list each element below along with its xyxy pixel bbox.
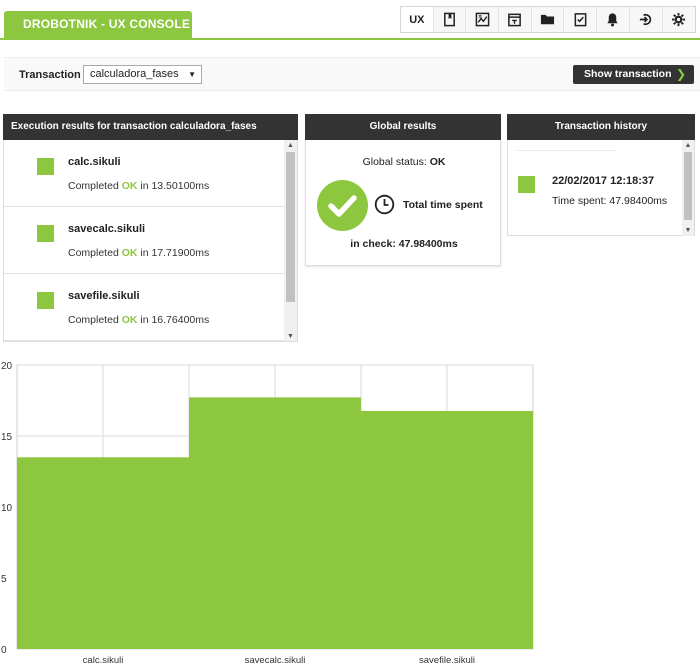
scroll-thumb[interactable] bbox=[286, 152, 295, 302]
execution-results-list[interactable]: calc.sikuli Completed OK in 13.50100ms s… bbox=[3, 140, 298, 342]
transaction-history-panel: Transaction history 22/02/2017 12:18:37 … bbox=[507, 114, 695, 236]
chart-button[interactable] bbox=[466, 7, 500, 32]
script-name: savefile.sikuli bbox=[68, 290, 140, 302]
bar bbox=[189, 397, 361, 649]
checklist-icon bbox=[574, 13, 587, 27]
history-scrollbar[interactable]: ▲ ▼ bbox=[682, 140, 694, 236]
global-results-title: Global results bbox=[305, 114, 501, 140]
bell-icon bbox=[607, 13, 619, 27]
show-transaction-label: Show transaction bbox=[584, 68, 672, 80]
y-tick-label: 20 bbox=[1, 361, 13, 372]
transaction-history-title: Transaction history bbox=[507, 114, 695, 140]
execution-scrollbar[interactable]: ▲ ▼ bbox=[284, 140, 297, 341]
chart-icon bbox=[475, 12, 490, 27]
top-bar: DROBOTNIK - UX CONSOLE UX bbox=[0, 0, 700, 40]
scroll-up-icon[interactable]: ▲ bbox=[284, 142, 297, 149]
bookmark-icon bbox=[444, 12, 455, 27]
chevron-down-icon: ▼ bbox=[188, 70, 196, 79]
status-square-icon bbox=[37, 292, 54, 309]
app-title-tab[interactable]: DROBOTNIK - UX CONSOLE bbox=[4, 11, 192, 38]
transaction-history-list[interactable]: 22/02/2017 12:18:37 Time spent: 47.98400… bbox=[507, 140, 695, 236]
notifications-button[interactable] bbox=[597, 7, 630, 32]
status-square-icon bbox=[518, 176, 535, 193]
calendar-button[interactable] bbox=[499, 7, 532, 32]
toolbar: UX bbox=[400, 6, 697, 33]
settings-button[interactable] bbox=[663, 7, 696, 32]
ux-button[interactable]: UX bbox=[401, 7, 434, 32]
gear-icon bbox=[672, 12, 686, 27]
list-item: savecalc.sikuli Completed OK in 17.71900… bbox=[4, 207, 286, 274]
script-name: calc.sikuli bbox=[68, 156, 121, 168]
scroll-down-icon[interactable]: ▼ bbox=[284, 333, 297, 340]
scroll-down-icon[interactable]: ▼ bbox=[682, 227, 694, 234]
transaction-bar: Transaction calculadora_fases ▼ Show tra… bbox=[4, 57, 700, 91]
scroll-up-icon[interactable]: ▲ bbox=[682, 142, 694, 149]
calendar-icon bbox=[508, 13, 522, 27]
total-time-label: Total time spent bbox=[403, 199, 483, 211]
status-square-icon bbox=[37, 158, 54, 175]
in-check-time: in check: 47.98400ms bbox=[350, 238, 458, 250]
list-item: savefile.sikuli Completed OK in 16.76400… bbox=[4, 274, 286, 341]
x-tick-label: calc.sikuli bbox=[83, 655, 124, 666]
ux-label: UX bbox=[409, 13, 425, 26]
global-results-panel: Global results Global status: OK Total t… bbox=[305, 114, 501, 266]
bar bbox=[17, 457, 189, 649]
y-tick-label: 10 bbox=[1, 503, 13, 514]
scroll-thumb[interactable] bbox=[684, 152, 692, 220]
show-transaction-button[interactable]: Show transaction ❯ bbox=[573, 65, 694, 84]
list-item: calc.sikuli Completed OK in 13.50100ms bbox=[4, 140, 286, 207]
history-time-spent: Time spent: 47.98400ms bbox=[552, 195, 668, 207]
execution-results-panel: Execution results for transaction calcul… bbox=[3, 114, 298, 342]
x-tick-label: savefile.sikuli bbox=[419, 655, 475, 666]
script-name: savecalc.sikuli bbox=[68, 223, 146, 235]
y-tick-label: 15 bbox=[1, 432, 13, 443]
y-tick-label: 0 bbox=[1, 645, 7, 656]
history-date[interactable]: 22/02/2017 12:18:37 bbox=[552, 175, 654, 187]
transaction-label: Transaction bbox=[19, 69, 81, 81]
checklist-button[interactable] bbox=[564, 7, 598, 32]
transaction-select[interactable]: calculadora_fases ▼ bbox=[83, 65, 202, 84]
logout-icon bbox=[640, 13, 652, 26]
execution-time-chart: 0 5 10 15 20 calc.sikuli savecalc.sikuli savefi… bbox=[1, 361, 534, 666]
bar bbox=[361, 410, 533, 649]
folder-button[interactable] bbox=[532, 7, 565, 32]
clock-icon bbox=[374, 194, 395, 215]
y-tick-label: 5 bbox=[1, 574, 7, 585]
script-status: Completed OK in 16.76400ms bbox=[68, 314, 210, 326]
chevron-right-icon: ❯ bbox=[675, 67, 686, 81]
global-results-body: Global status: OK Total time spent in ch… bbox=[305, 140, 501, 266]
script-status: Completed OK in 13.50100ms bbox=[68, 180, 210, 192]
global-status: Global status: OK bbox=[362, 156, 446, 168]
status-square-icon bbox=[37, 225, 54, 242]
execution-results-title: Execution results for transaction calcul… bbox=[3, 114, 298, 140]
check-icon bbox=[317, 180, 368, 231]
folder-icon bbox=[541, 14, 555, 25]
divider bbox=[516, 150, 616, 151]
bookmark-button[interactable] bbox=[434, 7, 467, 32]
logout-button[interactable] bbox=[630, 7, 663, 32]
transaction-select-value: calculadora_fases bbox=[90, 68, 179, 80]
x-tick-label: savecalc.sikuli bbox=[245, 655, 306, 666]
script-status: Completed OK in 17.71900ms bbox=[68, 247, 210, 259]
